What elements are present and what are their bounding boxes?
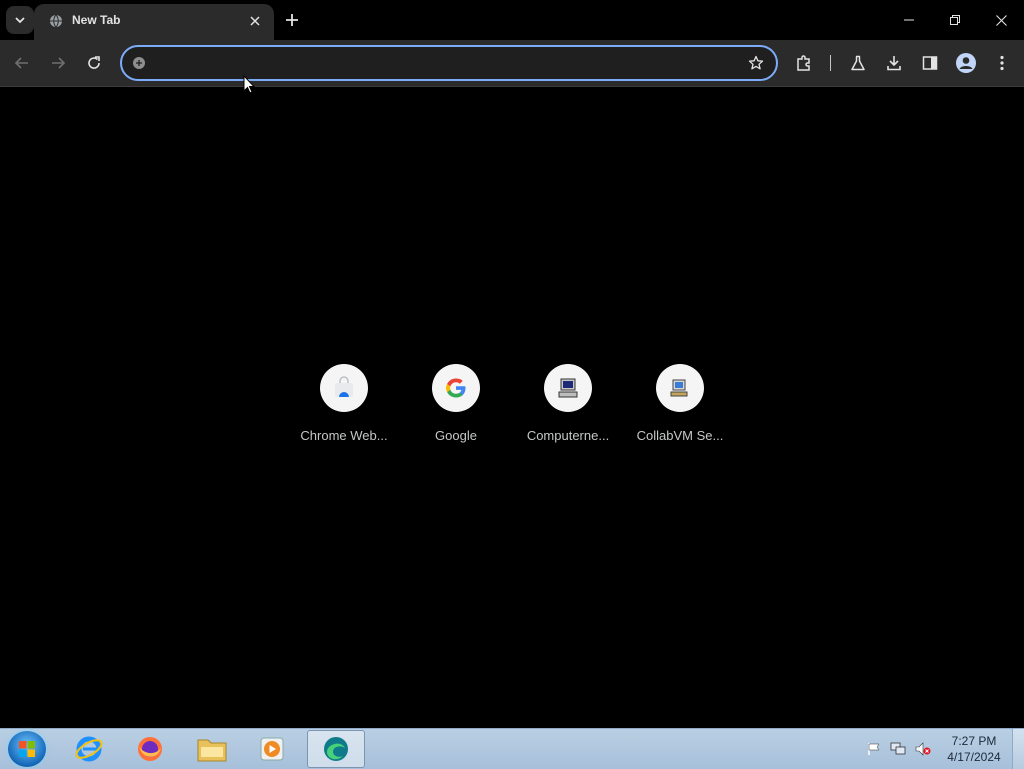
arrow-left-icon xyxy=(14,57,28,69)
firefox-icon xyxy=(138,737,162,761)
profile-button[interactable] xyxy=(954,51,978,75)
tab-title: New Tab xyxy=(72,13,121,27)
speaker-muted-icon xyxy=(915,742,931,756)
clock-time: 7:27 PM xyxy=(951,734,997,748)
close-icon xyxy=(250,16,260,26)
close-window-button[interactable] xyxy=(978,0,1024,40)
tab-new-tab[interactable]: New Tab xyxy=(34,4,274,40)
volume-muted-icon[interactable] xyxy=(915,741,931,757)
shortcut-collabvm[interactable]: CollabVM Se... xyxy=(624,358,736,454)
kebab-menu-icon xyxy=(1000,55,1004,71)
flask-icon xyxy=(851,55,865,71)
close-icon xyxy=(995,14,1007,26)
address-input[interactable] xyxy=(154,53,738,75)
folder-icon xyxy=(197,739,227,762)
side-panel-icon xyxy=(922,56,938,70)
arrow-right-icon xyxy=(52,57,66,69)
taskbar-edge[interactable] xyxy=(307,730,365,768)
toolbar-divider xyxy=(830,55,831,71)
download-icon xyxy=(887,56,901,71)
shortcut-label: Computerne... xyxy=(526,428,610,443)
shortcut-chrome-web-store[interactable]: Chrome Web... xyxy=(288,358,400,454)
back-button[interactable] xyxy=(10,51,34,75)
address-bar[interactable] xyxy=(120,45,778,81)
puzzle-icon xyxy=(797,55,810,71)
minimize-button[interactable] xyxy=(886,0,932,40)
shortcut-label: Google xyxy=(435,428,477,443)
labs-button[interactable] xyxy=(846,51,870,75)
shortcut-google[interactable]: Google xyxy=(400,358,512,454)
action-center-icon[interactable] xyxy=(866,741,882,757)
search-engine-icon xyxy=(133,57,145,69)
internet-explorer-icon xyxy=(75,736,103,762)
shortcut-label: Chrome Web... xyxy=(300,428,388,443)
shortcut-icon-circle xyxy=(432,364,480,412)
windows-logo-icon xyxy=(19,741,35,757)
shortcut-icon-circle xyxy=(656,364,704,412)
clock-date: 4/17/2024 xyxy=(947,750,1001,764)
flag-icon xyxy=(868,743,880,755)
network-icon xyxy=(890,742,906,755)
taskbar-clock[interactable]: 7:27 PM 4/17/2024 xyxy=(940,733,1008,765)
side-panel-button[interactable] xyxy=(918,51,942,75)
taskbar-internet-explorer[interactable] xyxy=(60,730,118,768)
bookmark-star-button[interactable] xyxy=(746,53,766,73)
chrome-web-store-icon xyxy=(335,376,353,397)
shortcut-icon-circle xyxy=(320,364,368,412)
google-icon xyxy=(446,378,466,398)
extensions-button[interactable] xyxy=(792,51,816,75)
collabvm-icon xyxy=(670,379,688,397)
reload-button[interactable] xyxy=(82,51,106,75)
globe-icon xyxy=(50,14,62,28)
start-button[interactable] xyxy=(8,731,46,767)
shortcut-icon-circle xyxy=(544,364,592,412)
new-tab-button[interactable] xyxy=(280,8,304,32)
mouse-cursor-icon xyxy=(243,75,255,94)
reload-icon xyxy=(88,56,100,69)
taskbar-media-player[interactable] xyxy=(243,730,301,768)
star-icon xyxy=(748,55,764,70)
shortcut-computernewb[interactable]: Computerne... xyxy=(512,358,624,454)
tab-close-button[interactable] xyxy=(246,12,264,30)
forward-button[interactable] xyxy=(46,51,70,75)
show-desktop-button[interactable] xyxy=(1012,729,1024,769)
downloads-button[interactable] xyxy=(882,51,906,75)
restore-icon xyxy=(950,15,960,25)
minimize-icon xyxy=(904,19,914,21)
chevron-down-icon xyxy=(15,17,25,24)
menu-button[interactable] xyxy=(990,51,1014,75)
plus-icon xyxy=(286,14,298,26)
edge-icon xyxy=(324,737,348,761)
computer-icon xyxy=(558,378,578,398)
tab-strip: New Tab xyxy=(0,0,1024,40)
browser-toolbar xyxy=(0,40,1024,87)
restore-button[interactable] xyxy=(932,0,978,40)
taskbar: 7:27 PM 4/17/2024 xyxy=(0,728,1024,769)
network-icon[interactable] xyxy=(890,741,906,757)
new-tab-page: Chrome Web... Google Computerne... Colla… xyxy=(0,87,1024,728)
taskbar-file-explorer[interactable] xyxy=(183,730,241,768)
avatar-icon xyxy=(956,53,976,73)
taskbar-firefox[interactable] xyxy=(121,730,179,768)
tab-search-button[interactable] xyxy=(6,6,34,34)
media-player-icon xyxy=(260,737,284,761)
shortcut-label: CollabVM Se... xyxy=(636,428,724,443)
